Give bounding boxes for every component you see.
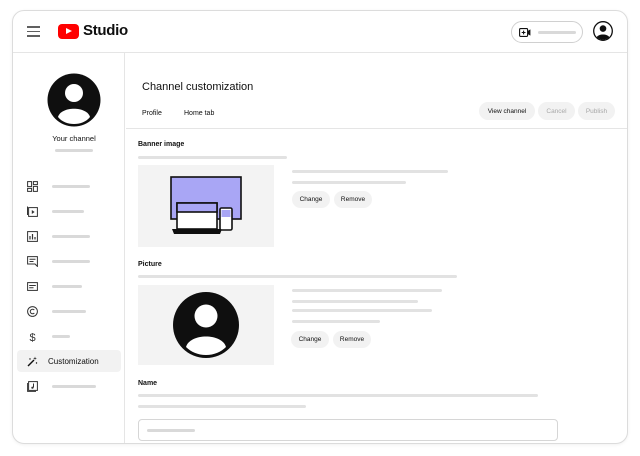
name-label: Name: [138, 380, 158, 387]
studio-logo[interactable]: Studio: [58, 23, 128, 39]
banner-remove-button[interactable]: Remove: [334, 191, 372, 208]
sidebar-item-analytics[interactable]: [17, 225, 121, 247]
sidebar-item-placeholder: [52, 284, 82, 288]
sidebar-item-subtitles[interactable]: [17, 275, 121, 297]
picture-remove-button[interactable]: Remove: [333, 331, 371, 348]
comments-icon: [27, 255, 38, 267]
picture-info-placeholder: [292, 320, 380, 323]
picture-info-placeholder: [292, 309, 432, 312]
picture-preview: [138, 285, 274, 365]
top-bar: Studio: [13, 11, 627, 53]
sidebar-item-audio-library[interactable]: [17, 375, 121, 397]
content-icon: [27, 206, 38, 217]
sidebar-item-comments[interactable]: [17, 250, 121, 272]
logo-text: Studio: [83, 22, 128, 39]
picture-change-button[interactable]: Change: [291, 331, 329, 348]
hamburger-menu-icon[interactable]: [27, 26, 40, 37]
banner-image-label: Banner image: [138, 141, 185, 148]
channel-name-placeholder: [55, 149, 93, 152]
create-video-icon: [519, 27, 531, 37]
main-content: Channel customization Profile Home tab V…: [126, 53, 627, 443]
tab-home[interactable]: Home tab: [184, 110, 214, 117]
sidebar-item-placeholder: [52, 309, 86, 313]
create-button[interactable]: [511, 21, 583, 43]
analytics-icon: [27, 230, 38, 242]
subtitles-icon: [27, 281, 38, 291]
sidebar-item-dashboard[interactable]: [17, 175, 121, 197]
cancel-button[interactable]: Cancel: [538, 102, 575, 120]
picture-info-placeholder: [292, 300, 418, 303]
name-description-placeholder: [138, 394, 538, 397]
view-channel-button[interactable]: View channel: [479, 102, 535, 120]
customization-icon: [27, 356, 38, 366]
publish-button[interactable]: Publish: [578, 102, 615, 120]
name-description-placeholder: [138, 405, 306, 408]
create-label-placeholder: [538, 30, 576, 34]
sidebar-item-placeholder: [52, 209, 84, 213]
studio-window: Studio Your channel $ Customization Chan…: [12, 10, 628, 444]
name-input-placeholder: [147, 429, 195, 432]
picture-description-placeholder: [138, 275, 457, 278]
your-channel-label: Your channel: [52, 134, 96, 143]
audio-library-icon: [27, 380, 38, 392]
sidebar-item-placeholder: [52, 384, 96, 388]
name-input[interactable]: [138, 419, 558, 441]
sidebar-item-customization[interactable]: Customization: [17, 350, 121, 372]
picture-label: Picture: [138, 261, 162, 268]
banner-info-placeholder: [292, 170, 448, 173]
channel-avatar[interactable]: [47, 73, 101, 127]
sidebar-item-placeholder: [52, 234, 90, 238]
sidebar-item-placeholder: [52, 334, 70, 338]
sidebar: Your channel $ Customization: [13, 53, 125, 443]
sidebar-item-content[interactable]: [17, 200, 121, 222]
svg-text:$: $: [30, 332, 36, 342]
picture-info-placeholder: [292, 289, 442, 292]
copyright-icon: [27, 305, 38, 317]
sidebar-item-placeholder: [52, 259, 90, 263]
tab-profile[interactable]: Profile: [142, 110, 162, 117]
sidebar-item-label: Customization: [48, 356, 99, 366]
sidebar-item-earn[interactable]: $: [17, 325, 121, 347]
dashboard-icon: [27, 180, 38, 192]
banner-change-button[interactable]: Change: [292, 191, 330, 208]
page-title: Channel customization: [142, 81, 254, 93]
profile-picture-illustration: [173, 292, 239, 358]
header-divider: [126, 128, 627, 129]
banner-preview: [138, 165, 274, 247]
youtube-play-icon: [58, 23, 79, 39]
banner-devices-illustration: [170, 176, 242, 234]
banner-info-placeholder: [292, 181, 406, 184]
sidebar-item-placeholder: [52, 184, 90, 188]
earn-icon: $: [30, 332, 36, 342]
banner-description-placeholder: [138, 156, 287, 159]
account-avatar-icon[interactable]: [593, 21, 613, 41]
sidebar-item-copyright[interactable]: [17, 300, 121, 322]
